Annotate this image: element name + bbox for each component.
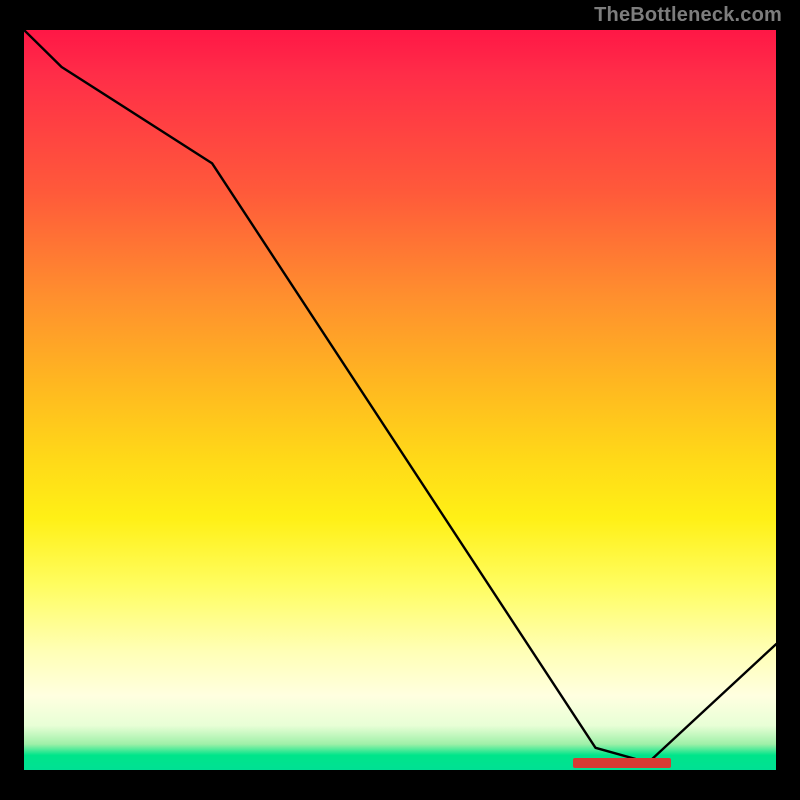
chart-container: TheBottleneck.com xyxy=(0,0,800,800)
plot-area xyxy=(24,30,776,770)
attribution-text: TheBottleneck.com xyxy=(594,4,782,27)
bottleneck-curve xyxy=(24,30,776,763)
line-series xyxy=(24,30,776,770)
marker-bar xyxy=(573,758,671,768)
